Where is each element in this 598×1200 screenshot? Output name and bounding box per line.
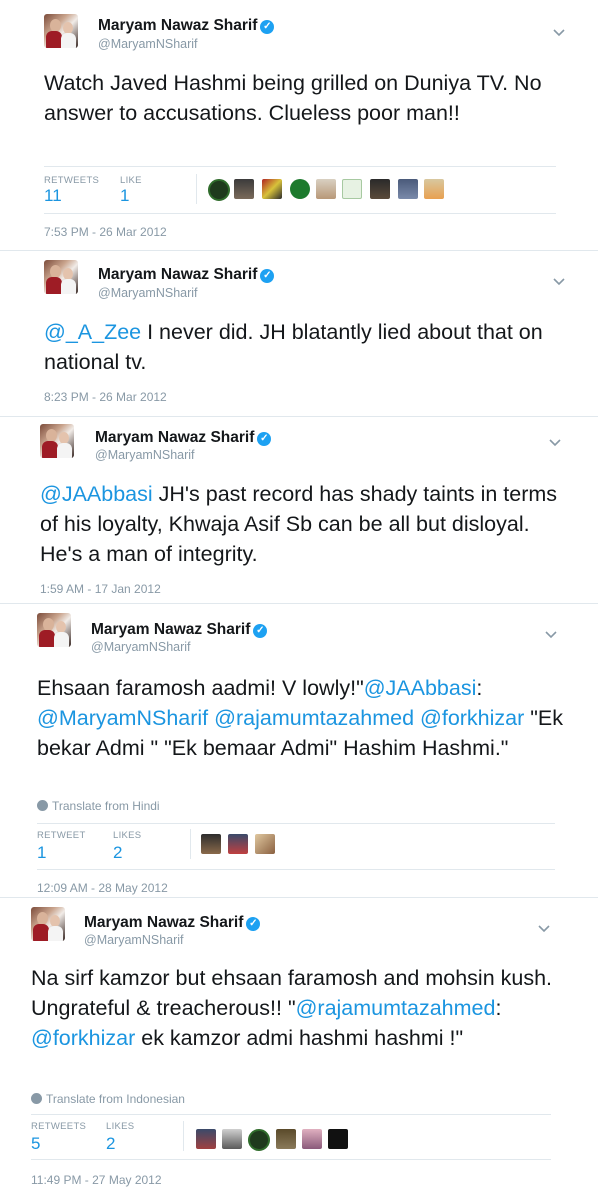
translate-link[interactable]: Translate from Hindi [37, 799, 160, 813]
mention-link[interactable]: @JAAbbasi [40, 482, 153, 506]
timestamp[interactable]: 11:49 PM - 27 May 2012 [31, 1173, 162, 1187]
avatar[interactable] [40, 424, 74, 458]
mention-link[interactable]: @MaryamNSharif [37, 706, 208, 730]
timestamp[interactable]: 1:59 AM - 17 Jan 2012 [40, 582, 161, 596]
liker-avatar[interactable] [290, 179, 310, 199]
verified-badge-icon: ✓ [257, 432, 272, 446]
author-handle[interactable]: @MaryamNSharif [98, 37, 198, 51]
tweet-text: Ehsaan faramosh aadmi! V lowly!"@JAAbbas… [37, 676, 563, 760]
mention-link[interactable]: @JAAbbasi [364, 676, 477, 700]
liker-avatar[interactable] [208, 179, 230, 201]
retweets-label: RETWEET [37, 830, 86, 841]
stats-divider-bottom [44, 213, 556, 214]
timestamp[interactable]: 8:23 PM - 26 Mar 2012 [44, 390, 167, 404]
author-name[interactable]: Maryam Nawaz Sharif ✓ [98, 17, 275, 35]
verified-badge-icon: ✓ [260, 269, 275, 283]
retweets-label: RETWEETS [44, 175, 100, 186]
mention-link[interactable]: @forkhizar [420, 706, 524, 730]
tweet-text: @JAAbbasi JH's past record has shady tai… [40, 482, 558, 566]
liker-avatar[interactable] [302, 1129, 322, 1149]
avatar[interactable] [31, 907, 65, 941]
liker-avatar[interactable] [398, 179, 418, 199]
tweet-text: Watch Javed Hashmi being grilled on Duni… [44, 71, 542, 125]
verified-badge-icon: ✓ [260, 20, 275, 34]
translate-link[interactable]: Translate from Indonesian [31, 1092, 185, 1106]
liker-avatar[interactable] [248, 1129, 270, 1151]
liker-avatar[interactable] [276, 1129, 296, 1149]
retweets-count[interactable]: 5 [31, 1134, 40, 1154]
chevron-down-icon[interactable] [537, 924, 551, 934]
chevron-down-icon[interactable] [544, 630, 558, 640]
chevron-down-icon[interactable] [552, 28, 566, 38]
liker-avatar[interactable] [196, 1129, 216, 1149]
stats-divider-top [31, 1114, 551, 1115]
author-handle[interactable]: @MaryamNSharif [95, 448, 195, 462]
likes-count[interactable]: 2 [106, 1134, 115, 1154]
chevron-down-icon[interactable] [552, 277, 566, 287]
author-name[interactable]: Maryam Nawaz Sharif ✓ [98, 266, 275, 284]
globe-icon [37, 800, 48, 811]
author-name[interactable]: Maryam Nawaz Sharif ✓ [84, 914, 261, 932]
retweets-count[interactable]: 11 [44, 186, 62, 206]
verified-badge-icon: ✓ [253, 624, 268, 638]
stat-separator [183, 1121, 184, 1151]
likes-label: LIKE [120, 175, 142, 186]
mention-link[interactable]: @forkhizar [31, 1026, 135, 1050]
author-name[interactable]: Maryam Nawaz Sharif ✓ [91, 621, 268, 639]
author-handle[interactable]: @MaryamNSharif [91, 640, 191, 654]
stats-divider-bottom [31, 1159, 551, 1160]
verified-badge-icon: ✓ [246, 917, 261, 931]
liker-avatar[interactable] [262, 179, 282, 199]
liker-avatar[interactable] [424, 179, 444, 199]
likes-count[interactable]: 1 [120, 186, 129, 206]
stats-divider-bottom [37, 869, 555, 870]
mention-link[interactable]: @_A_Zee [44, 320, 141, 344]
tweet-text: Na sirf kamzor but ehsaan faramosh and m… [31, 966, 553, 1050]
stat-separator [190, 829, 191, 859]
stats-divider-top [37, 823, 555, 824]
timestamp[interactable]: 12:09 AM - 28 May 2012 [37, 881, 168, 895]
tweet-4: Maryam Nawaz Sharif ✓ @MaryamNSharif Ehsa… [0, 603, 598, 900]
liker-avatar[interactable] [316, 179, 336, 199]
avatar[interactable] [44, 260, 78, 294]
liker-avatar[interactable] [234, 179, 254, 199]
author-name[interactable]: Maryam Nawaz Sharif ✓ [95, 429, 272, 447]
liker-avatar[interactable] [328, 1129, 348, 1149]
stat-separator [196, 174, 197, 204]
tweet-text: @_A_Zee I never did. JH blatantly lied a… [44, 320, 543, 374]
globe-icon [31, 1093, 42, 1104]
author-handle[interactable]: @MaryamNSharif [98, 286, 198, 300]
mention-link[interactable]: @rajamumtazahmed [296, 996, 496, 1020]
timestamp[interactable]: 7:53 PM - 26 Mar 2012 [44, 225, 167, 239]
chevron-down-icon[interactable] [548, 438, 562, 448]
liker-avatar[interactable] [255, 834, 275, 854]
mention-link[interactable]: @rajamumtazahmed [214, 706, 414, 730]
likes-count[interactable]: 2 [113, 843, 122, 863]
retweets-count[interactable]: 1 [37, 843, 46, 863]
liker-avatar[interactable] [370, 179, 390, 199]
avatar[interactable] [44, 14, 78, 48]
liker-avatar[interactable] [222, 1129, 242, 1149]
tweet-5: Maryam Nawaz Sharif ✓ @MaryamNSharif Na s… [0, 897, 598, 1200]
likes-label: LIKES [113, 830, 142, 841]
stats-divider-top [44, 166, 556, 167]
liker-avatar[interactable] [201, 834, 221, 854]
tweet-2: Maryam Nawaz Sharif ✓ @MaryamNSharif @_A_… [0, 250, 598, 416]
avatar[interactable] [37, 613, 71, 647]
author-handle[interactable]: @MaryamNSharif [84, 933, 184, 947]
liker-avatar[interactable] [342, 179, 362, 199]
likes-label: LIKES [106, 1121, 135, 1132]
retweets-label: RETWEETS [31, 1121, 87, 1132]
tweet-3: Maryam Nawaz Sharif ✓ @MaryamNSharif @JAA… [0, 416, 598, 611]
tweet-1: Maryam Nawaz Sharif ✓ @MaryamNSharif Watc… [0, 0, 598, 250]
liker-avatar[interactable] [228, 834, 248, 854]
